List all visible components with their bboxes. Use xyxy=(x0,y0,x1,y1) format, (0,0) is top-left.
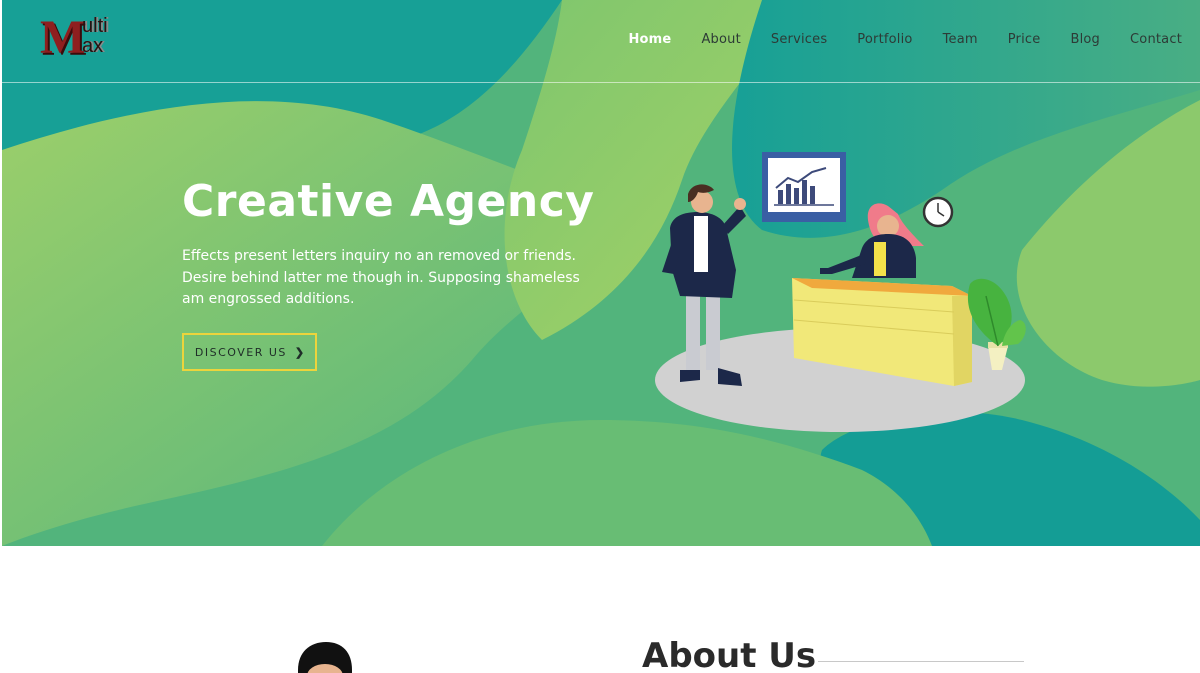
nav-item-about[interactable]: About xyxy=(701,32,740,48)
nav-item-blog[interactable]: Blog xyxy=(1070,32,1100,48)
discover-us-label: DISCOVER US xyxy=(194,345,287,359)
about-title-divider xyxy=(818,661,1024,662)
hero-description: Effects present letters inquiry no an re… xyxy=(182,248,580,307)
chevron-right-icon: ❯ xyxy=(294,346,305,359)
logo-letter-m: M xyxy=(40,11,86,64)
office-reception-illustration xyxy=(655,152,1026,432)
main-navigation: Home About Services Portfolio Team Price… xyxy=(598,32,1182,48)
nav-item-portfolio[interactable]: Portfolio xyxy=(857,32,912,48)
hero-section: M ulti ax Home About Services Portfolio … xyxy=(2,0,1200,546)
nav-item-team[interactable]: Team xyxy=(943,32,978,48)
nav-item-contact[interactable]: Contact xyxy=(1130,32,1182,48)
nav-item-services[interactable]: Services xyxy=(771,32,827,48)
logo-text-ulti: ulti xyxy=(82,15,108,37)
logo-text-ax: ax xyxy=(82,35,104,57)
nav-item-price[interactable]: Price xyxy=(1008,32,1041,48)
nav-item-home[interactable]: Home xyxy=(628,32,671,48)
about-avatar-illustration xyxy=(298,642,352,673)
hero-title: Creative Agency xyxy=(182,176,595,227)
nav-divider xyxy=(2,82,1200,83)
about-section-title: About Us xyxy=(642,636,817,673)
discover-us-button[interactable]: DISCOVER US ❯ xyxy=(182,333,317,371)
site-logo[interactable]: M ulti ax xyxy=(40,14,136,64)
